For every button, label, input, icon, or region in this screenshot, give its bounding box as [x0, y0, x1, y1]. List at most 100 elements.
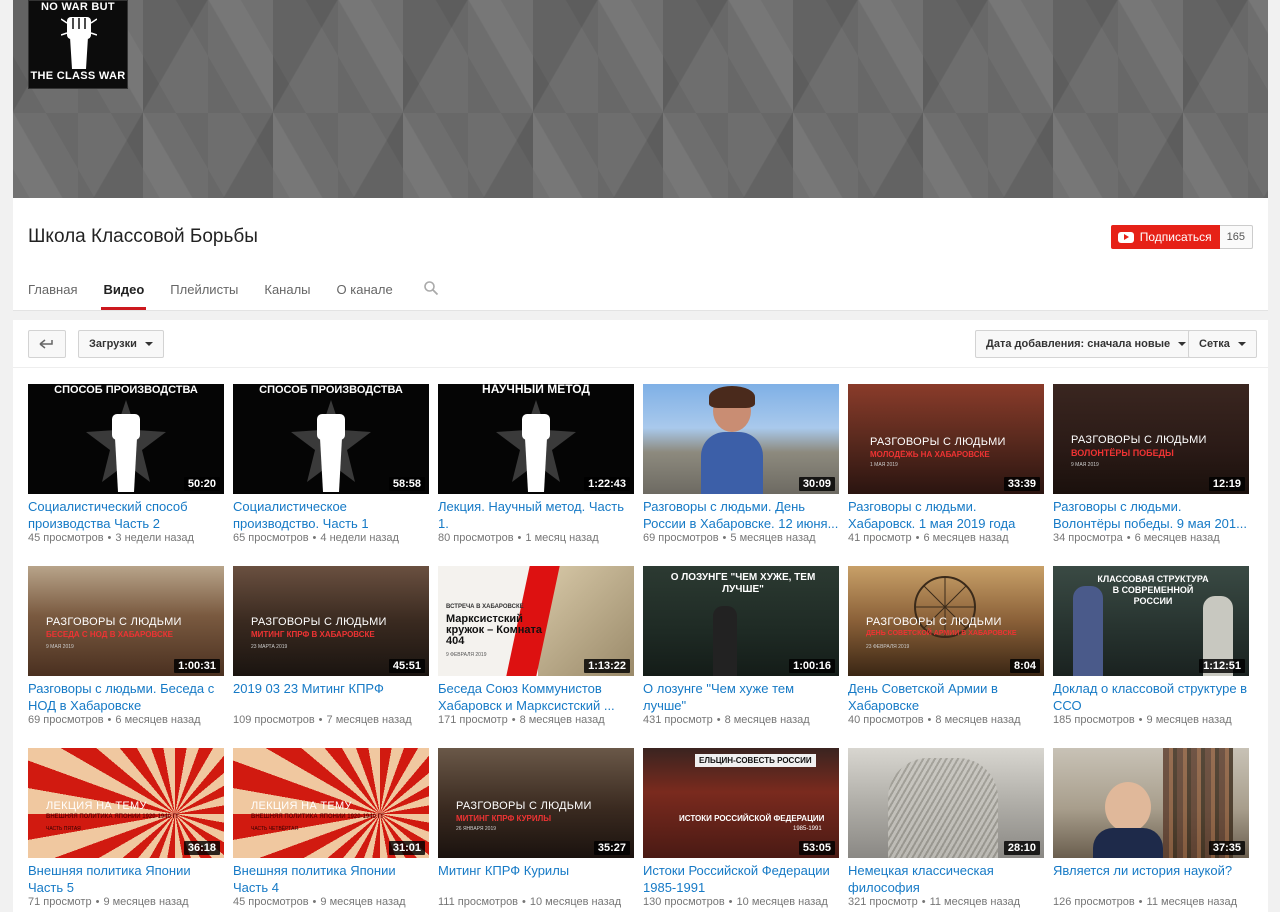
tab-playlists[interactable]: Плейлисты: [170, 282, 238, 310]
subscribe-group: Подписаться 165: [1110, 225, 1253, 249]
view-count: 431 просмотр: [643, 714, 713, 726]
thumbnail-date: ЧАСТЬ ПЯТАЯ: [46, 826, 81, 832]
channel-avatar[interactable]: NO WAR BUT THE CLASS WAR: [28, 0, 128, 89]
subscribe-button[interactable]: Подписаться: [1110, 225, 1220, 249]
thumbnail-subcaption: МИТИНГ КПРФ В ХАБАРОВСКЕ: [251, 630, 375, 639]
video-meta: 40 просмотров • 8 месяцев назад: [848, 714, 1021, 726]
video-thumbnail[interactable]: РАЗГОВОРЫ С ЛЮДЬМИ МИТИНГ КПРФ КУРИЛЫ 26…: [438, 748, 634, 858]
thumbnail-caption: ЛЕКЦИЯ НА ТЕМУ: [46, 800, 147, 812]
video-duration: 1:12:51: [1199, 659, 1245, 673]
video-thumbnail[interactable]: НАУЧНЫЙ МЕТОД 1:22:43: [438, 384, 634, 494]
sort-dropdown[interactable]: Дата добавления: сначала новые: [975, 330, 1198, 358]
video-title[interactable]: Лекция. Научный метод. Часть 1.: [438, 498, 634, 532]
video-card: СПОСОБ ПРОИЗВОДСТВА 50:20 Социалистическ…: [28, 384, 224, 554]
view-count: 65 просмотров: [233, 532, 309, 544]
youtube-play-icon: [1117, 231, 1134, 243]
back-button[interactable]: [28, 330, 66, 358]
upload-age: 9 месяцев назад: [320, 896, 406, 908]
video-thumbnail[interactable]: РАЗГОВОРЫ С ЛЮДЬМИ БЕСЕДА С НОД В ХАБАРО…: [28, 566, 224, 676]
video-thumbnail[interactable]: 28:10: [848, 748, 1044, 858]
video-title[interactable]: Внешняя политика Японии Часть 4: [233, 862, 429, 896]
video-duration: 53:05: [798, 841, 835, 855]
thumbnail-date: 9 МАЯ 2019: [1071, 462, 1099, 468]
video-thumbnail[interactable]: 30:09: [643, 384, 839, 494]
video-thumbnail[interactable]: 37:35: [1053, 748, 1249, 858]
view-count: 41 просмотр: [848, 532, 912, 544]
video-thumbnail[interactable]: СПОСОБ ПРОИЗВОДСТВА 50:20: [28, 384, 224, 494]
video-thumbnail[interactable]: ЛЕКЦИЯ НА ТЕМУ ВНЕШНЯЯ ПОЛИТИКА ЯПОНИИ 1…: [28, 748, 224, 858]
thumbnail-subcaption: ВНЕШНЯЯ ПОЛИТИКА ЯПОНИИ 1920-1940 ГГ: [251, 814, 385, 820]
video-title[interactable]: Социалистическое производство. Часть 1: [233, 498, 429, 532]
video-card: ЛЕКЦИЯ НА ТЕМУ ВНЕШНЯЯ ПОЛИТИКА ЯПОНИИ 1…: [28, 748, 224, 912]
upload-age: 6 месяцев назад: [115, 714, 201, 726]
subscriber-count: 165: [1219, 225, 1253, 249]
video-meta: 109 просмотров • 7 месяцев назад: [233, 714, 412, 726]
thumbnail-person: [713, 606, 737, 676]
tab-home[interactable]: Главная: [28, 282, 77, 310]
upload-age: 9 месяцев назад: [1146, 714, 1232, 726]
video-title[interactable]: Истоки Российской Федерации 1985-1991: [643, 862, 839, 896]
video-duration: 12:19: [1208, 477, 1245, 491]
thumbnail-caption: РАЗГОВОРЫ С ЛЮДЬМИ: [866, 616, 1002, 628]
videos-toolbar: Загрузки Дата добавления: сначала новые …: [13, 320, 1268, 368]
video-title[interactable]: Доклад о классовой структуре в ССО: [1053, 680, 1249, 714]
video-title[interactable]: Разговоры с людьми. Волонтёры победы. 9 …: [1053, 498, 1249, 532]
video-title[interactable]: День Советской Армии в Хабаровске: [848, 680, 1044, 714]
video-title[interactable]: Разговоры с людьми. Хабаровск. 1 мая 201…: [848, 498, 1044, 532]
channel-tabs: Главная Видео Плейлисты Каналы О канале: [28, 280, 439, 310]
view-dropdown[interactable]: Сетка: [1188, 330, 1257, 358]
sort-label: Дата добавления: сначала новые: [986, 338, 1171, 350]
thumbnail-person: [701, 386, 763, 494]
video-title[interactable]: Митинг КПРФ Курилы: [438, 862, 634, 879]
video-thumbnail[interactable]: КЛАССОВАЯ СТРУКТУРА В СОВРЕМЕННОЙ РОССИИ…: [1053, 566, 1249, 676]
video-thumbnail[interactable]: РАЗГОВОРЫ С ЛЮДЬМИ ДЕНЬ СОВЕТСКОЙ АРМИИ …: [848, 566, 1044, 676]
channel-title: Школа Классовой Борьбы: [28, 226, 258, 247]
video-title[interactable]: Является ли история наукой?: [1053, 862, 1249, 879]
video-title[interactable]: Разговоры с людьми. Беседа с НОД в Хабар…: [28, 680, 224, 714]
video-title[interactable]: Беседа Союз Коммунистов Хабаровск и Марк…: [438, 680, 634, 714]
video-card: РАЗГОВОРЫ С ЛЮДЬМИ МОЛОДЁЖЬ НА ХАБАРОВСК…: [848, 384, 1044, 554]
upload-age: 6 месяцев назад: [923, 532, 1009, 544]
view-count: 69 просмотров: [643, 532, 719, 544]
video-title[interactable]: Немецкая классическая философия: [848, 862, 1044, 896]
upload-age: 1 месяц назад: [525, 532, 599, 544]
upload-age: 4 недели назад: [320, 532, 399, 544]
video-thumbnail[interactable]: РАЗГОВОРЫ С ЛЮДЬМИ МОЛОДЁЖЬ НА ХАБАРОВСК…: [848, 384, 1044, 494]
video-thumbnail[interactable]: О ЛОЗУНГЕ "ЧЕМ ХУЖЕ, ТЕМ ЛУЧШЕ" 1:00:16: [643, 566, 839, 676]
video-duration: 1:22:43: [584, 477, 630, 491]
view-count: 126 просмотров: [1053, 896, 1135, 908]
thumbnail-caption: НАУЧНЫЙ МЕТОД: [482, 384, 590, 396]
video-thumbnail[interactable]: РАЗГОВОРЫ С ЛЮДЬМИ МИТИНГ КПРФ В ХАБАРОВ…: [233, 566, 429, 676]
video-card: НАУЧНЫЙ МЕТОД 1:22:43 Лекция. Научный ме…: [438, 384, 634, 554]
video-title[interactable]: О лозунге "Чем хуже тем лучше": [643, 680, 839, 714]
thumbnail-caption: РАЗГОВОРЫ С ЛЮДЬМИ: [251, 616, 387, 628]
video-thumbnail[interactable]: ЛЕКЦИЯ НА ТЕМУ ВНЕШНЯЯ ПОЛИТИКА ЯПОНИИ 1…: [233, 748, 429, 858]
videos-panel: Загрузки Дата добавления: сначала новые …: [13, 320, 1268, 912]
thumbnail-caption: СПОСОБ ПРОИЗВОДСТВА: [259, 384, 403, 396]
video-title[interactable]: 2019 03 23 Митинг КПРФ: [233, 680, 429, 697]
search-icon[interactable]: [423, 280, 439, 296]
video-card: ВСТРЕЧА В ХАБАРОВСКЕ Марксистский кружок…: [438, 566, 634, 736]
video-thumbnail[interactable]: ВСТРЕЧА В ХАБАРОВСКЕ Марксистский кружок…: [438, 566, 634, 676]
video-title[interactable]: Разговоры с людьми. День России в Хабаро…: [643, 498, 839, 532]
view-count: 71 просмотр: [28, 896, 92, 908]
tab-videos[interactable]: Видео: [101, 282, 147, 310]
tab-channels[interactable]: Каналы: [264, 282, 310, 310]
video-card: 30:09 Разговоры с людьми. День России в …: [643, 384, 839, 554]
upload-age: 9 месяцев назад: [103, 896, 189, 908]
view-count: 109 просмотров: [233, 714, 315, 726]
video-thumbnail[interactable]: РАЗГОВОРЫ С ЛЮДЬМИ ВОЛОНТЁРЫ ПОБЕДЫ 9 МА…: [1053, 384, 1249, 494]
view-count: 80 просмотров: [438, 532, 514, 544]
tab-about[interactable]: О канале: [337, 282, 393, 310]
video-thumbnail[interactable]: ЕЛЬЦИН-СОВЕСТЬ РОССИИ ИСТОКИ РОССИЙСКОЙ …: [643, 748, 839, 858]
video-meta: 71 просмотр • 9 месяцев назад: [28, 896, 189, 908]
video-card: РАЗГОВОРЫ С ЛЮДЬМИ МИТИНГ КПРФ КУРИЛЫ 26…: [438, 748, 634, 912]
video-card: ЛЕКЦИЯ НА ТЕМУ ВНЕШНЯЯ ПОЛИТИКА ЯПОНИИ 1…: [233, 748, 429, 912]
upload-age: 5 месяцев назад: [730, 532, 816, 544]
upload-age: 10 месяцев назад: [529, 896, 622, 908]
video-title[interactable]: Внешняя политика Японии Часть 5: [28, 862, 224, 896]
uploads-dropdown[interactable]: Загрузки: [78, 330, 164, 358]
video-meta: 171 просмотр • 8 месяцев назад: [438, 714, 605, 726]
video-title[interactable]: Социалистический способ производства Час…: [28, 498, 224, 532]
video-thumbnail[interactable]: СПОСОБ ПРОИЗВОДСТВА 58:58: [233, 384, 429, 494]
